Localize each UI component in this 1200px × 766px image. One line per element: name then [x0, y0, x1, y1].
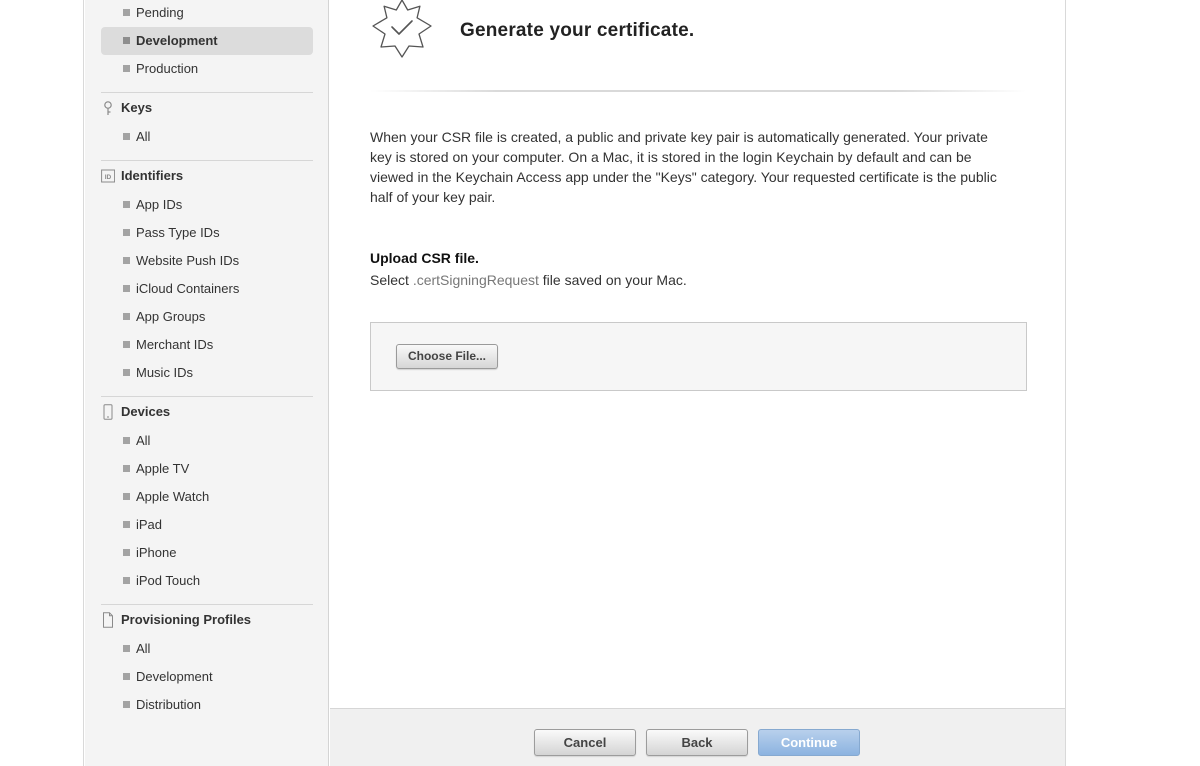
sidebar-item-pending[interactable]: Pending	[101, 0, 313, 27]
sidebar-item-label: Distribution	[136, 697, 202, 712]
section-devices[interactable]: Devices	[101, 399, 313, 425]
sidebar-item-apple-watch[interactable]: Apple Watch	[101, 483, 313, 511]
sidebar-item-label: Production	[136, 61, 199, 76]
bullet-icon	[123, 369, 130, 376]
bullet-icon	[123, 341, 130, 348]
section-title: Identifiers	[121, 168, 184, 183]
sidebar-item-label: Merchant IDs	[136, 337, 214, 352]
file-type-text: .certSigningRequest	[412, 272, 539, 288]
page-left-margin	[0, 0, 84, 766]
file-upload-box: Choose File...	[370, 322, 1027, 391]
footer-bar: Cancel Back Continue	[330, 708, 1065, 766]
sidebar-item-label: All	[136, 433, 151, 448]
bullet-icon	[123, 9, 130, 16]
sidebar-item-label: All	[136, 129, 151, 144]
upload-suffix-text: file saved on your Mac.	[542, 272, 687, 288]
sidebar-item-apple-tv[interactable]: Apple TV	[101, 455, 313, 483]
sidebar-item-merchant-ids[interactable]: Merchant IDs	[101, 331, 313, 359]
bullet-icon	[123, 133, 130, 140]
key-icon	[104, 101, 112, 115]
sidebar-item-iphone[interactable]: iPhone	[101, 539, 313, 567]
page-right-margin	[1065, 0, 1200, 766]
section-provisioning-profiles[interactable]: Provisioning Profiles	[101, 607, 313, 633]
svg-text:ID: ID	[105, 174, 112, 181]
section-divider	[101, 160, 313, 161]
sidebar: Pending Development Production Keys All …	[85, 0, 329, 766]
sidebar-item-pass-type-ids[interactable]: Pass Type IDs	[101, 219, 313, 247]
section-divider	[101, 92, 313, 93]
upload-description: Select .certSigningRequest file saved on…	[370, 272, 687, 288]
bullet-icon	[123, 493, 130, 500]
bullet-icon	[123, 645, 130, 652]
bullet-icon	[123, 673, 130, 680]
section-identifiers[interactable]: ID Identifiers	[101, 163, 313, 189]
sidebar-item-label: iPad	[136, 517, 163, 532]
document-icon	[103, 612, 113, 628]
sidebar-item-label: App Groups	[136, 309, 206, 324]
cancel-button[interactable]: Cancel	[534, 729, 636, 756]
sidebar-item-label: Apple TV	[136, 461, 190, 476]
sidebar-item-label: Pass Type IDs	[136, 225, 220, 240]
bullet-icon	[123, 437, 130, 444]
upload-heading: Upload CSR file.	[370, 250, 479, 266]
sidebar-item-ipad[interactable]: iPad	[101, 511, 313, 539]
bullet-icon	[123, 65, 130, 72]
sidebar-item-profiles-development[interactable]: Development	[101, 663, 313, 691]
device-icon	[103, 404, 113, 420]
section-divider	[101, 396, 313, 397]
section-title: Keys	[121, 100, 153, 115]
sidebar-item-label: All	[136, 641, 151, 656]
title-divider	[370, 90, 1026, 92]
upload-prefix-text: Select	[370, 272, 409, 288]
sidebar-item-label: Pending	[136, 5, 184, 20]
bullet-icon	[123, 465, 130, 472]
sidebar-item-website-push-ids[interactable]: Website Push IDs	[101, 247, 313, 275]
sidebar-item-development[interactable]: Development	[101, 27, 313, 55]
sidebar-item-profiles-distribution[interactable]: Distribution	[101, 691, 313, 719]
id-icon: ID	[101, 169, 115, 183]
bullet-icon	[123, 285, 130, 292]
bullet-icon	[123, 701, 130, 708]
sidebar-item-profiles-all[interactable]: All	[101, 635, 313, 663]
sidebar-item-label: Website Push IDs	[136, 253, 240, 268]
sidebar-item-label: Development	[136, 33, 218, 48]
bullet-icon	[123, 229, 130, 236]
back-button[interactable]: Back	[646, 729, 748, 756]
bullet-icon	[123, 521, 130, 528]
sidebar-item-music-ids[interactable]: Music IDs	[101, 359, 313, 387]
sidebar-item-keys-all[interactable]: All	[101, 123, 313, 151]
bullet-icon	[123, 313, 130, 320]
sidebar-item-production[interactable]: Production	[101, 55, 313, 83]
sidebar-item-ipod-touch[interactable]: iPod Touch	[101, 567, 313, 595]
continue-button[interactable]: Continue	[758, 729, 860, 756]
choose-file-button[interactable]: Choose File...	[396, 344, 498, 369]
sidebar-item-icloud-containers[interactable]: iCloud Containers	[101, 275, 313, 303]
intro-paragraph: When your CSR file is created, a public …	[370, 129, 997, 205]
bullet-icon	[123, 257, 130, 264]
sidebar-item-label: iPod Touch	[136, 573, 201, 588]
bullet-icon	[123, 37, 130, 44]
section-title: Provisioning Profiles	[121, 612, 252, 627]
sidebar-item-label: Music IDs	[136, 365, 194, 380]
section-divider	[101, 604, 313, 605]
sidebar-item-app-ids[interactable]: App IDs	[101, 191, 313, 219]
sidebar-item-label: iCloud Containers	[136, 281, 240, 296]
section-keys[interactable]: Keys	[101, 95, 313, 121]
bullet-icon	[123, 577, 130, 584]
bullet-icon	[123, 201, 130, 208]
sidebar-item-label: iPhone	[136, 545, 177, 560]
sidebar-item-label: Development	[136, 669, 213, 684]
sidebar-item-app-groups[interactable]: App Groups	[101, 303, 313, 331]
sidebar-item-label: App IDs	[136, 197, 183, 212]
sidebar-item-devices-all[interactable]: All	[101, 427, 313, 455]
section-title: Devices	[121, 404, 171, 419]
bullet-icon	[123, 549, 130, 556]
page-title: Generate your certificate.	[460, 20, 695, 41]
certificate-badge-icon	[372, 0, 432, 58]
sidebar-item-label: Apple Watch	[136, 489, 210, 504]
